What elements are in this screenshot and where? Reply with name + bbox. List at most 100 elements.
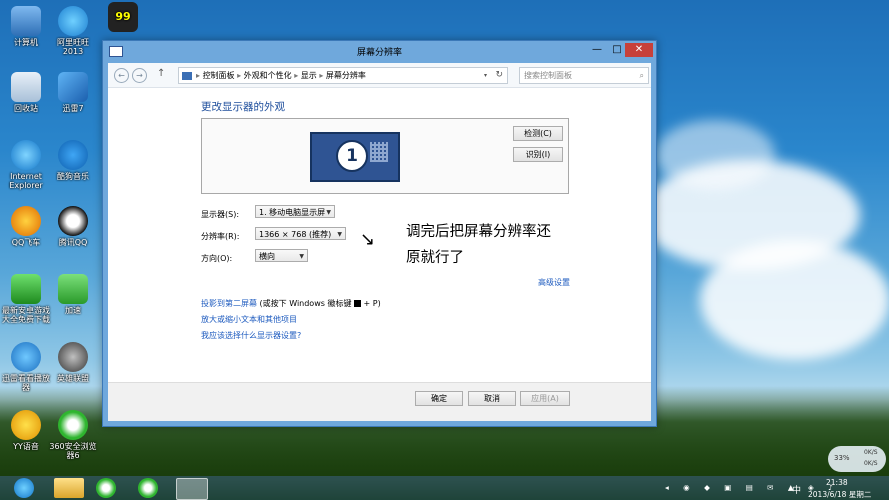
clock-date[interactable]: 2013/6/18 星期二 (808, 489, 871, 500)
annotation-arrow: ↘ (360, 229, 376, 250)
search-input[interactable]: 搜索控制面板 ⌕ (519, 67, 649, 84)
gadget-percent: 33% (834, 454, 850, 462)
ok-button[interactable]: 确定 (415, 391, 463, 406)
refresh-icon[interactable]: ↻ (495, 68, 503, 83)
desktop-icon-qq[interactable]: 腾讯QQ (47, 206, 99, 247)
desktop-icon-ie[interactable]: Internet Explorer (0, 140, 52, 190)
advanced-settings-link[interactable]: 高级设置 (538, 277, 570, 288)
taskbar-explorer-icon[interactable] (54, 478, 84, 498)
xunlei-icon (58, 72, 88, 102)
identify-button[interactable]: 识别(I) (513, 147, 563, 162)
desktop-icon-kugou[interactable]: 酷狗音乐 (47, 140, 99, 181)
breadcrumb-item-control-panel[interactable]: 控制面板 (203, 71, 235, 80)
aliwangwang-icon (58, 6, 88, 36)
desktop-icon-recycle-bin[interactable]: 回收站 (0, 72, 52, 113)
screen-resolution-window: 屏幕分辨率 — □ ✕ ← → ↑ ▸ 控制面板 ▸ 外观和个性化 ▸ 显示 ▸… (102, 40, 657, 427)
chevron-down-icon: ▼ (337, 231, 342, 238)
android-games-icon (11, 274, 41, 304)
orientation-label: 方向(O): (201, 254, 233, 263)
up-arrow-icon[interactable]: ↑ (157, 68, 165, 79)
taskbar-360-icon[interactable] (96, 478, 116, 498)
ime-indicator[interactable]: 中 (792, 483, 801, 496)
monitor-grid-icon (370, 142, 388, 162)
address-bar: ← → ↑ ▸ 控制面板 ▸ 外观和个性化 ▸ 显示 ▸ 屏幕分辨率 ▾ ↻ 搜… (108, 63, 651, 88)
desktop-icon-computer[interactable]: 计算机 (0, 6, 52, 47)
chevron-down-icon: ▼ (299, 253, 304, 260)
monitor-number: 1 (336, 140, 368, 172)
desktop-icon-99[interactable]: 99 (97, 2, 149, 34)
desktop-icon-xunlei-player[interactable]: 迅雷看看播放 器 (0, 342, 52, 392)
close-button[interactable]: ✕ (625, 43, 653, 57)
upload-speed: 0K/S (864, 449, 878, 456)
windows-logo-icon (354, 300, 362, 307)
taskbar-screen-resolution-icon[interactable] (176, 478, 208, 500)
projector-hint-1: (或按下 Windows 徽标键 (257, 299, 355, 308)
projector-hint-2: + P) (361, 299, 381, 308)
breadcrumb-sep: ▸ (291, 71, 301, 80)
game-99-icon: 99 (108, 2, 138, 32)
breadcrumb[interactable]: ▸ 控制面板 ▸ 外观和个性化 ▸ 显示 ▸ 屏幕分辨率 ▾ ↻ (178, 67, 508, 84)
page-heading: 更改显示器的外观 (201, 101, 285, 113)
project-second-screen-link[interactable]: 投影到第二屏幕 (201, 299, 257, 308)
desktop-icon-yy[interactable]: YY语音 (0, 410, 52, 451)
recycle-bin-icon (11, 72, 41, 102)
desktop-icon-qqspeed[interactable]: QQ飞车 (0, 206, 52, 247)
desktop-icon-accelerate[interactable]: 加速 (47, 274, 99, 315)
cloud (700, 240, 889, 360)
text-size-link[interactable]: 放大或缩小文本和其他项目 (201, 314, 297, 325)
qq-penguin-icon (58, 206, 88, 236)
display-select[interactable]: 1. 移动电脑显示屏 ▼ (255, 205, 335, 218)
monitor-preview-area: 1 检测(C) 识别(I) (201, 118, 569, 194)
resolution-label: 分辨率(R): (201, 232, 240, 241)
xunlei-player-icon (11, 342, 41, 372)
taskbar-ie-icon[interactable] (14, 478, 34, 498)
orientation-select[interactable]: 横向 ▼ (255, 249, 308, 262)
annotation-line-1: 调完后把屏幕分辨率还 (406, 224, 551, 240)
title-bar[interactable]: 屏幕分辨率 — □ ✕ (103, 41, 656, 61)
annotation-line-2: 原就行了 (406, 250, 464, 266)
internet-explorer-icon (11, 140, 41, 170)
chevron-down-icon: ▼ (326, 209, 331, 216)
cloud (655, 120, 775, 190)
breadcrumb-sep: ▸ (234, 71, 244, 80)
taskbar: ◂ ◉ ◆ ▣ ▤ ✉ ▲ ◈ ♪ 中 21:38 2013/6/18 星期二 (0, 476, 889, 500)
breadcrumb-item-display[interactable]: 显示 (301, 71, 317, 80)
maximize-button[interactable]: □ (607, 43, 627, 57)
detect-button[interactable]: 检测(C) (513, 126, 563, 141)
desktop-icon-android-games[interactable]: 最新安卓游戏 大全免费下载 (0, 274, 52, 324)
desktop-icon-xunlei[interactable]: 迅雷7 (47, 72, 99, 113)
cancel-button[interactable]: 取消 (468, 391, 516, 406)
dropdown-icon[interactable]: ▾ (484, 68, 487, 83)
yy-voice-icon (11, 410, 41, 440)
computer-icon (11, 6, 41, 36)
resolution-select[interactable]: 1366 × 768 (推荐) ▼ (255, 227, 346, 240)
window-client: ← → ↑ ▸ 控制面板 ▸ 外观和个性化 ▸ 显示 ▸ 屏幕分辨率 ▾ ↻ 搜… (108, 63, 651, 421)
forward-button[interactable]: → (132, 68, 147, 83)
breadcrumb-item-appearance[interactable]: 外观和个性化 (244, 71, 292, 80)
360-browser-icon (58, 410, 88, 440)
control-panel-icon (182, 71, 192, 80)
desktop-icon-lol[interactable]: 英雄联盟 (47, 342, 99, 383)
desktop-icon-aliwangwang[interactable]: 阿里旺旺 2013 (47, 6, 99, 56)
download-speed: 0K/S (864, 460, 878, 467)
breadcrumb-sep: ▸ (316, 71, 326, 80)
breadcrumb-item-resolution[interactable]: 屏幕分辨率 (326, 71, 366, 80)
league-of-legends-icon (58, 342, 88, 372)
clock-time[interactable]: 21:38 (826, 478, 848, 487)
search-icon: ⌕ (639, 71, 644, 80)
apply-button[interactable]: 应用(A) (520, 391, 570, 406)
monitor-1[interactable]: 1 (310, 132, 400, 182)
accelerate-icon (58, 274, 88, 304)
annotation-text: 调完后把屏幕分辨率还 原就行了 (406, 219, 576, 271)
qq-speed-icon (11, 206, 41, 236)
network-speed-gadget[interactable]: 33% 0K/S 0K/S (828, 446, 886, 472)
window-title: 屏幕分辨率 (356, 48, 402, 58)
dialog-footer: 确定 取消 应用(A) (108, 382, 651, 421)
which-settings-link[interactable]: 我应该选择什么显示器设置? (201, 330, 301, 341)
desktop-icon-360-browser[interactable]: 360安全浏览 器6 (47, 410, 99, 460)
display-label: 显示器(S): (201, 210, 240, 219)
kugou-icon (58, 140, 88, 170)
back-button[interactable]: ← (114, 68, 129, 83)
taskbar-360-browser-icon[interactable] (138, 478, 158, 498)
minimize-button[interactable]: — (587, 43, 607, 57)
